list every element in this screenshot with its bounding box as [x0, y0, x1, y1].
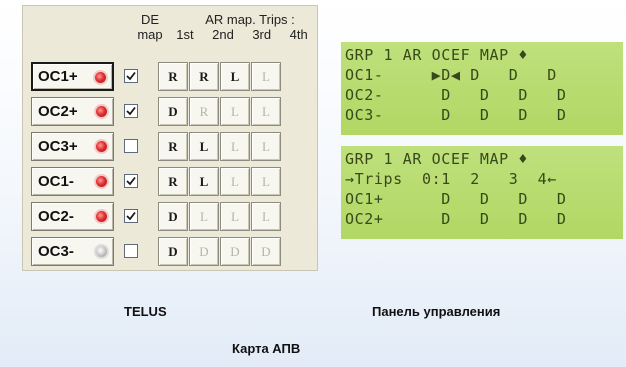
status-led-icon: [96, 106, 107, 117]
trip-action-button[interactable]: R: [189, 62, 219, 91]
protection-element-button[interactable]: OC3-: [31, 237, 114, 266]
ar-row: OC2- D L L L: [31, 202, 313, 231]
trip-action-button[interactable]: L: [220, 97, 250, 126]
trip-action-button[interactable]: D: [158, 97, 188, 126]
ar-map-panel: DE map AR map. Trips : 1st 2nd 3rd 4th O…: [22, 5, 318, 271]
trip-action-button[interactable]: R: [158, 167, 188, 196]
trip-action-button[interactable]: R: [189, 97, 219, 126]
trip-action-button[interactable]: L: [220, 202, 250, 231]
checkmark-icon: [126, 106, 136, 116]
lcd2-line-2: →Trips 0:1 2 3 4←: [345, 170, 557, 188]
protection-element-button[interactable]: OC3+: [31, 132, 114, 161]
lcd1-line-1: GRP 1 AR OCEF MAP ♦: [345, 46, 528, 64]
ar-row: OC1- R L L L: [31, 167, 313, 196]
de-map-checkbox[interactable]: [124, 139, 138, 153]
trip-action-button[interactable]: L: [189, 132, 219, 161]
lcd-screen-1: GRP 1 AR OCEF MAP ♦ OC1- ▶D◀ D D D OC2- …: [341, 42, 623, 135]
trip-action-button[interactable]: L: [220, 132, 250, 161]
protection-element-label: OC3-: [38, 243, 74, 260]
trip-action-button[interactable]: D: [251, 237, 281, 266]
status-led-icon: [96, 211, 107, 222]
ar-map-trips-header: AR map. Trips :: [205, 12, 295, 27]
ar-row: OC3+ R L L L: [31, 132, 313, 161]
status-led-icon: [95, 72, 106, 83]
de-map-checkbox[interactable]: [124, 209, 138, 223]
lcd1-line-4: OC3- D D D D: [345, 106, 567, 124]
ar-row: OC1+ R R L L: [31, 62, 313, 91]
trip-action-button[interactable]: R: [158, 62, 188, 91]
protection-element-button[interactable]: OC1+: [31, 62, 114, 91]
checkmark-icon: [126, 71, 136, 81]
protection-element-label: OC2-: [38, 208, 74, 225]
map-header-label: map: [137, 27, 163, 42]
de-map-checkbox[interactable]: [124, 174, 138, 188]
trip-action-button[interactable]: D: [220, 237, 250, 266]
trip-action-button[interactable]: L: [251, 62, 281, 91]
lcd1-line-3: OC2- D D D D: [345, 86, 567, 104]
trip-action-button[interactable]: L: [251, 167, 281, 196]
lcd2-line-1: GRP 1 AR OCEF MAP ♦: [345, 150, 528, 168]
status-led-icon: [96, 246, 107, 257]
protection-element-label: OC3+: [38, 138, 78, 155]
protection-element-label: OC1+: [38, 68, 78, 85]
status-led-icon: [96, 141, 107, 152]
de-map-checkbox[interactable]: [124, 244, 138, 258]
protection-element-button[interactable]: OC2-: [31, 202, 114, 231]
de-map-header: DE map: [132, 12, 168, 42]
lcd2-line-4: OC2+ D D D D: [345, 210, 567, 228]
ar-row: OC3- D D D D: [31, 237, 313, 266]
de-map-checkbox[interactable]: [124, 104, 138, 118]
trip-action-button[interactable]: L: [220, 62, 250, 91]
trip-action-button[interactable]: L: [220, 167, 250, 196]
trip-action-button[interactable]: L: [251, 97, 281, 126]
trip-header-4th: 4th: [289, 27, 308, 42]
protection-element-button[interactable]: OC2+: [31, 97, 114, 126]
trip-action-button[interactable]: D: [158, 237, 188, 266]
de-header-label: DE: [140, 12, 160, 27]
checkmark-icon: [126, 176, 136, 186]
caption-ar-map: Карта АПВ: [232, 341, 301, 356]
trip-action-button[interactable]: L: [189, 202, 219, 231]
caption-telus: TELUS: [124, 304, 167, 319]
lcd-screen-2: GRP 1 AR OCEF MAP ♦ →Trips 0:1 2 3 4← OC…: [341, 146, 623, 239]
trip-header-1st: 1st: [176, 27, 194, 42]
trip-action-button[interactable]: L: [189, 167, 219, 196]
trip-action-button[interactable]: D: [158, 202, 188, 231]
ar-row: OC2+ D R L L: [31, 97, 313, 126]
caption-control-panel: Панель управления: [372, 304, 501, 319]
trip-action-button[interactable]: D: [189, 237, 219, 266]
de-map-checkbox[interactable]: [124, 69, 138, 83]
trip-action-button[interactable]: L: [251, 132, 281, 161]
trip-action-button[interactable]: L: [251, 202, 281, 231]
lcd2-line-3: OC1+ D D D D: [345, 190, 567, 208]
trip-column-headers: 1st 2nd 3rd 4th: [167, 27, 317, 42]
status-led-icon: [96, 176, 107, 187]
trip-action-button[interactable]: R: [158, 132, 188, 161]
trip-header-3rd: 3rd: [252, 27, 272, 42]
lcd1-line-2: OC1- ▶D◀ D D D: [345, 66, 557, 84]
trip-header-2nd: 2nd: [212, 27, 234, 42]
protection-element-button[interactable]: OC1-: [31, 167, 114, 196]
protection-element-label: OC1-: [38, 173, 74, 190]
checkmark-icon: [126, 211, 136, 221]
protection-element-label: OC2+: [38, 103, 78, 120]
